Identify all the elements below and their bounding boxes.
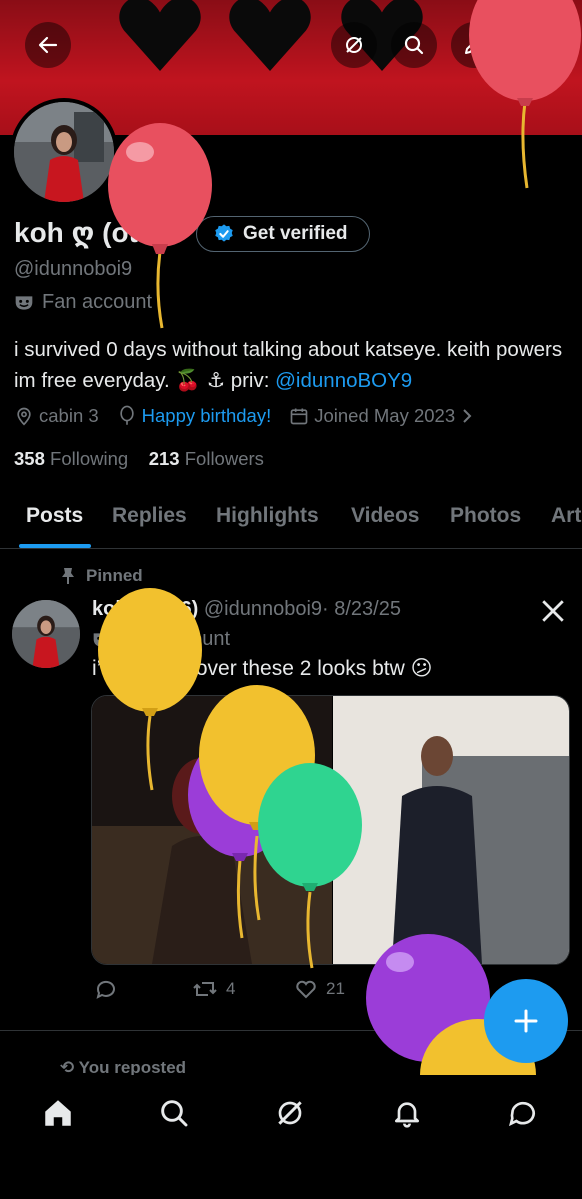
display-name: koh ღ (ot6): [14, 217, 163, 248]
post-author-name[interactable]: koh ღ (ot6): [92, 598, 198, 620]
followers-label: Followers: [184, 448, 264, 469]
heart-decoration: [119, 0, 201, 71]
post-header: koh ღ (ot6) @idunnoboi9· 8/23/25: [92, 596, 401, 621]
grok-icon: [346, 37, 362, 53]
tab-highlights[interactable]: Highlights: [216, 504, 319, 528]
post-date: · 8/23/25: [322, 598, 401, 620]
balloon-icon: [119, 405, 134, 425]
post-photos: [92, 696, 569, 964]
views-icon: [399, 981, 416, 997]
tab-photos[interactable]: Photos: [450, 504, 521, 528]
compose-post-button[interactable]: [484, 979, 568, 1063]
profile-avatar[interactable]: [10, 98, 118, 206]
views-button[interactable]: 2.1K: [396, 977, 461, 999]
tab-videos[interactable]: Videos: [351, 504, 419, 528]
grok-icon: [278, 1101, 302, 1125]
tab-replies[interactable]: Replies: [112, 504, 187, 528]
location-pin-icon: [17, 407, 31, 426]
get-verified-button[interactable]: Get verified: [196, 216, 370, 252]
tab-art[interactable]: Art: [551, 504, 581, 528]
verified-badge-icon: [215, 224, 233, 242]
followers-count: 213: [148, 448, 180, 469]
following-link[interactable]: 358 Following: [14, 448, 128, 469]
following-count: 358: [14, 448, 45, 469]
profile-handle: @idunnoboi9: [14, 258, 133, 280]
tab-posts[interactable]: Posts: [26, 504, 83, 528]
search-icon: [161, 1100, 188, 1127]
profile-category: Fan account: [14, 291, 152, 314]
post-author-handle[interactable]: @idunnoboi9: [204, 598, 322, 620]
avatar-image: [12, 600, 80, 668]
birthday-item[interactable]: Happy birthday!: [117, 405, 272, 427]
search-button[interactable]: [391, 22, 437, 68]
post-media[interactable]: [91, 695, 570, 965]
nav-home[interactable]: [38, 1093, 78, 1133]
birthday-label: Happy birthday!: [141, 405, 272, 426]
follow-stats: 358 Following 213 Followers: [14, 448, 264, 470]
arrow-left-icon: [38, 36, 58, 54]
active-tab-indicator: [19, 544, 91, 548]
share-icon: [525, 36, 541, 53]
category-label: Fan account: [42, 291, 153, 313]
repost-count: 4: [226, 979, 236, 998]
profile-tabs: Posts Replies Highlights Videos Photos A…: [0, 500, 582, 549]
x-logo-icon[interactable]: [540, 598, 566, 624]
profile-bio: i survived 0 days without talking about …: [14, 334, 570, 396]
repost-icon: [193, 982, 217, 996]
location-item: cabin 3: [14, 405, 99, 427]
messages-icon: [509, 1101, 535, 1127]
post-text: i’m still not over these 2 looks btw 😕: [92, 657, 433, 680]
bottom-navigation: [0, 1075, 582, 1199]
location-label: cabin 3: [39, 405, 99, 426]
nav-notifications[interactable]: [387, 1093, 427, 1133]
post-category-label: Fan account: [120, 628, 231, 650]
post-author-avatar[interactable]: [12, 600, 80, 668]
share-button[interactable]: [510, 22, 556, 68]
followers-link[interactable]: 213 Followers: [149, 448, 264, 469]
heart-decoration: [229, 0, 311, 71]
plus-icon: [514, 1009, 538, 1033]
nav-messages[interactable]: [503, 1093, 543, 1133]
theater-masks-icon: [15, 295, 33, 310]
views-count: 2.1K: [426, 978, 461, 997]
nav-search[interactable]: [154, 1093, 194, 1133]
verify-label: Get verified: [243, 223, 348, 244]
pencil-icon: [465, 37, 482, 54]
reply-button[interactable]: [94, 977, 118, 1001]
nav-grok[interactable]: [270, 1093, 310, 1133]
pinned-indicator: Pinned: [60, 566, 143, 586]
heart-icon: [296, 980, 316, 999]
post-author-category: Fan account: [92, 628, 230, 651]
edit-button[interactable]: [451, 22, 497, 68]
like-button[interactable]: 21: [294, 977, 345, 1001]
home-icon: [45, 1100, 71, 1126]
bio-link[interactable]: @idunnoBOY9: [275, 369, 412, 392]
grok-button[interactable]: [331, 22, 377, 68]
reply-icon: [96, 980, 115, 999]
joined-item[interactable]: Joined May 2023: [289, 405, 474, 427]
calendar-icon: [290, 408, 308, 425]
like-count: 21: [326, 979, 345, 998]
back-button[interactable]: [25, 22, 71, 68]
chevron-right-icon: [463, 409, 472, 423]
profile-meta: cabin 3 Happy birthday! Joined May 2023: [14, 405, 492, 427]
search-icon: [404, 35, 424, 55]
pin-icon: [62, 568, 74, 584]
pinned-label: Pinned: [86, 566, 143, 585]
avatar-image: [14, 102, 114, 202]
notifications-icon: [395, 1102, 419, 1128]
repost-button[interactable]: 4: [192, 977, 235, 1001]
joined-label: Joined May 2023: [314, 405, 456, 426]
theater-masks-icon: [93, 632, 111, 647]
following-label: Following: [50, 448, 129, 469]
